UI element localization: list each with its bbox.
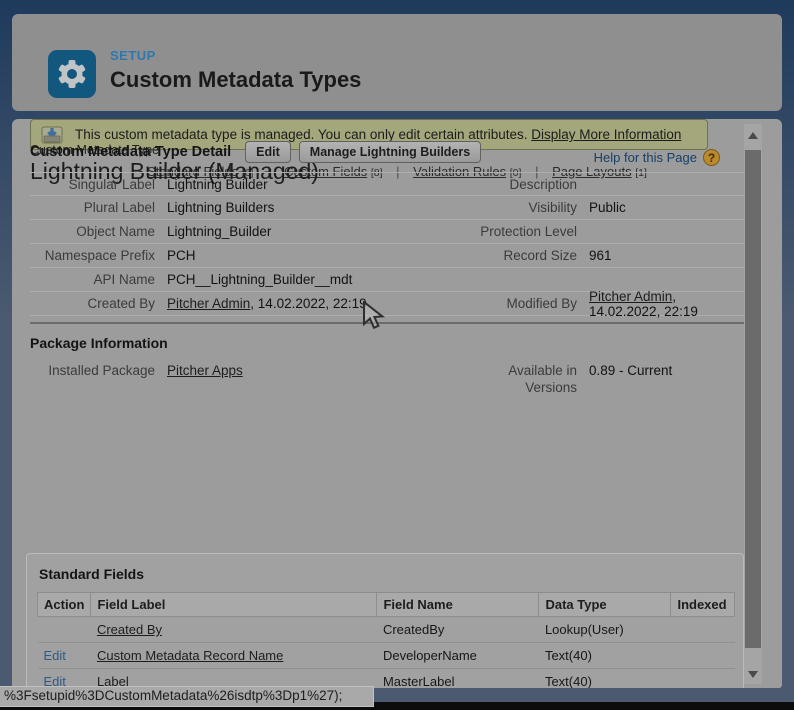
app-title: Custom Metadata Types bbox=[110, 67, 361, 93]
setup-header-card: SETUP Custom Metadata Types bbox=[12, 14, 782, 111]
edit-row-link[interactable]: Edit bbox=[44, 648, 66, 663]
detail-row: Plural Label Lightning Builders Visibili… bbox=[30, 196, 744, 220]
scrollbar-thumb[interactable] bbox=[745, 150, 761, 648]
setup-eyebrow: SETUP bbox=[110, 48, 361, 63]
main-panel: Custom Metadata Type Lightning Builder (… bbox=[12, 119, 782, 688]
scrollbar-down-icon[interactable] bbox=[748, 671, 758, 678]
standard-fields-heading: Standard Fields bbox=[39, 566, 733, 582]
available-versions-value: 0.89 - Current bbox=[589, 363, 744, 397]
column-header-indexed: Indexed bbox=[671, 593, 735, 617]
field-label-link[interactable]: Custom Metadata Record Name bbox=[97, 648, 283, 663]
installed-package-link[interactable]: Pitcher Apps bbox=[167, 363, 243, 378]
desktop-frame: SETUP Custom Metadata Types Custom Metad… bbox=[0, 0, 794, 710]
detail-section-heading: Custom Metadata Type Detail bbox=[30, 144, 231, 160]
gear-icon bbox=[48, 50, 96, 98]
field-label-link[interactable]: Created By bbox=[97, 622, 162, 637]
column-header-data-type: Data Type bbox=[539, 593, 671, 617]
column-header-action: Action bbox=[38, 593, 91, 617]
standard-fields-table: Action Field Label Field Name Data Type … bbox=[37, 592, 735, 688]
edit-button[interactable]: Edit bbox=[245, 141, 291, 163]
table-row: Created By CreatedBy Lookup(User) bbox=[38, 617, 735, 643]
detail-row: Namespace Prefix PCH Record Size 961 bbox=[30, 244, 744, 268]
detail-row: Object Name Lightning_Builder Protection… bbox=[30, 220, 744, 244]
package-information-heading: Package Information bbox=[30, 335, 744, 351]
created-by-user-link[interactable]: Pitcher Admin bbox=[167, 296, 250, 311]
table-row: Edit Custom Metadata Record Name Develop… bbox=[38, 643, 735, 669]
package-information-row: Installed Package Pitcher Apps Available… bbox=[30, 363, 744, 397]
browser-status-bar: %3Fsetupid%3DCustomMetadata%26isdtp%3Dp1… bbox=[0, 686, 374, 707]
vertical-scrollbar[interactable] bbox=[744, 124, 762, 684]
detail-row: Singular Label Lightning Builder Descrip… bbox=[30, 172, 744, 196]
column-header-field-label: Field Label bbox=[91, 593, 377, 617]
modified-by-user-link[interactable]: Pitcher Admin bbox=[589, 289, 672, 304]
standard-fields-card: Standard Fields Action Field Label Field… bbox=[26, 553, 744, 688]
mouse-cursor bbox=[362, 301, 388, 336]
scrollbar-up-icon[interactable] bbox=[748, 132, 758, 139]
column-header-field-name: Field Name bbox=[377, 593, 539, 617]
manage-lightning-builders-button[interactable]: Manage Lightning Builders bbox=[299, 141, 481, 163]
detail-grid: Singular Label Lightning Builder Descrip… bbox=[30, 172, 744, 316]
